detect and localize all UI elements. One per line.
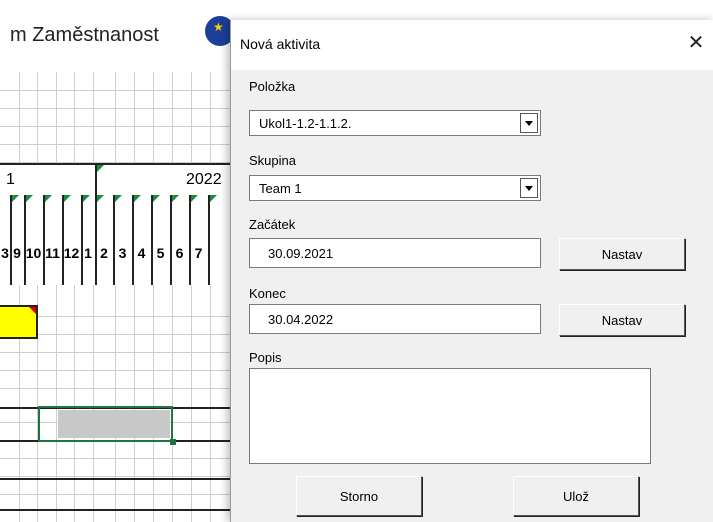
zacatek-value: 30.09.2021 <box>268 246 334 261</box>
month-cell: 5 <box>151 195 172 285</box>
highlighted-cell[interactable] <box>0 305 38 339</box>
polozka-value: Ukol1-1.2-1.1.2. <box>259 116 352 131</box>
row-border <box>0 478 230 480</box>
row-border <box>0 509 230 511</box>
storno-button[interactable]: Storno <box>296 476 422 516</box>
sheet-grid <box>0 72 230 522</box>
month-cell: 4 <box>132 195 153 285</box>
popis-label: Popis <box>249 350 282 365</box>
polozka-label: Položka <box>249 79 296 94</box>
nastav-label: Nastav <box>601 313 643 328</box>
month-cell: 7 <box>189 195 210 285</box>
zacatek-field[interactable]: 30.09.2021 <box>249 238 541 268</box>
uloz-button[interactable]: Ulož <box>513 476 639 516</box>
month-cell: 10 <box>24 195 45 285</box>
skupina-combo[interactable]: Team 1 <box>249 175 541 201</box>
dropdown-arrow-icon[interactable] <box>520 113 538 133</box>
konec-value: 30.04.2022 <box>268 312 334 327</box>
polozka-combo[interactable]: Ukol1-1.2-1.1.2. <box>249 110 541 136</box>
year-header-row: 1 2022 <box>0 163 230 197</box>
year-right-label: 2022 <box>186 171 222 188</box>
month-header-row: 3 9 10 11 12 1 2 3 4 5 6 7 <box>0 195 230 285</box>
dialog-title: Nová aktivita <box>240 36 321 52</box>
selected-range[interactable] <box>38 406 173 442</box>
new-activity-dialog: Nová aktivita ✕ Položka Ukol1-1.2-1.1.2.… <box>230 20 713 522</box>
month-cell: 2 <box>95 195 115 285</box>
storno-label: Storno <box>339 489 379 504</box>
konec-field[interactable]: 30.04.2022 <box>249 304 541 334</box>
skupina-label: Skupina <box>249 153 296 168</box>
popis-textarea[interactable] <box>249 368 651 464</box>
dropdown-arrow-icon[interactable] <box>520 178 538 198</box>
month-cell: 3 <box>113 195 134 285</box>
banner-text: m Zaměstnanost <box>10 24 159 46</box>
uloz-label: Ulož <box>562 489 589 504</box>
comment-marker <box>29 307 36 314</box>
zacatek-label: Začátek <box>249 217 296 232</box>
konec-label: Konec <box>249 286 286 301</box>
skupina-value: Team 1 <box>259 181 302 196</box>
year-left-label: 1 <box>6 171 15 188</box>
konec-nastav-button[interactable]: Nastav <box>559 304 685 336</box>
month-cell: 12 <box>62 195 83 285</box>
close-button[interactable]: ✕ <box>678 28 713 60</box>
month-cell: 6 <box>170 195 191 285</box>
dialog-titlebar[interactable]: Nová aktivita ✕ <box>231 20 713 70</box>
month-cell: 11 <box>43 195 64 285</box>
zacatek-nastav-button[interactable]: Nastav <box>559 238 685 270</box>
close-icon: ✕ <box>687 32 705 54</box>
nastav-label: Nastav <box>601 247 643 262</box>
fill-handle[interactable] <box>170 439 176 445</box>
